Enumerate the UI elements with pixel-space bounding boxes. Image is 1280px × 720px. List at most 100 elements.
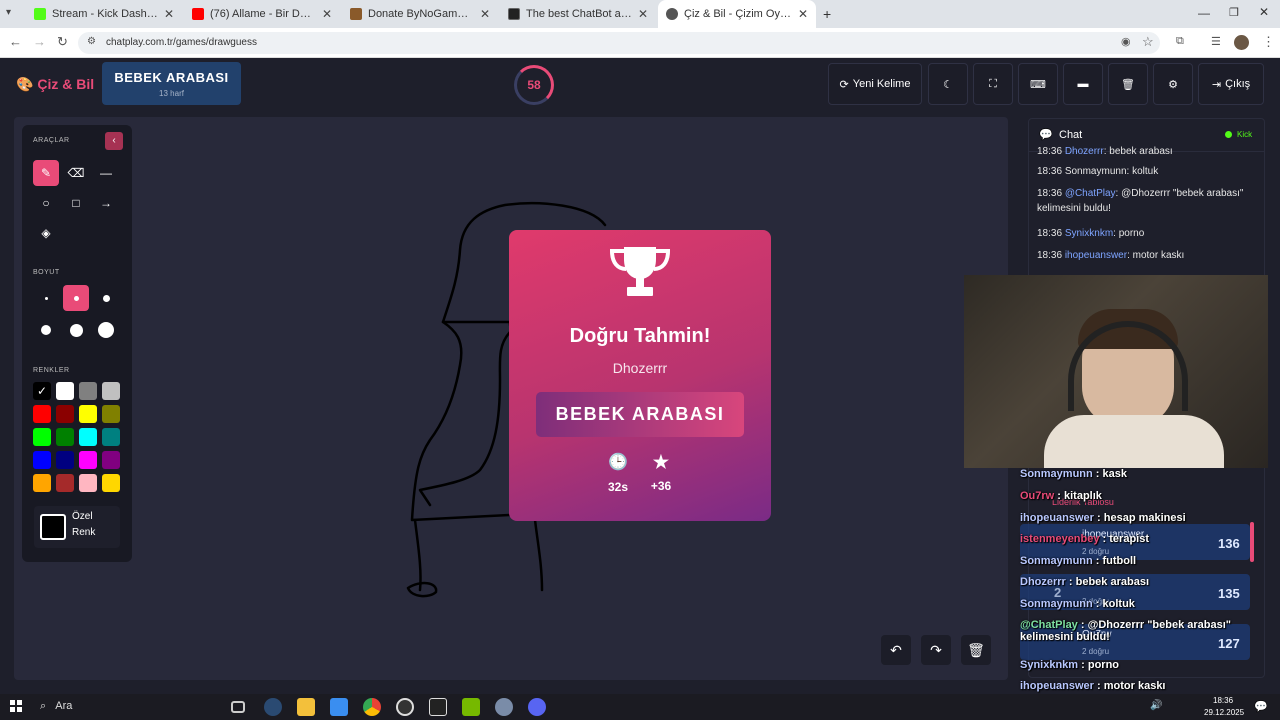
trash-icon: 🗑	[967, 641, 985, 658]
color-palette: ✓	[33, 382, 125, 492]
color-swatch[interactable]	[33, 451, 51, 469]
overlay-message: Ou7rw : kitaplık	[1020, 490, 1266, 502]
overlay-text: : kask	[1092, 468, 1127, 480]
message-user[interactable]: Sonmaymunn	[1065, 166, 1127, 177]
size-1-button[interactable]	[33, 285, 59, 311]
overlay-user: @ChatPlay	[1020, 619, 1078, 631]
message-time: 18:36	[1037, 166, 1065, 177]
overlay-text: : porno	[1078, 659, 1120, 671]
circle-icon: ○	[42, 196, 50, 210]
size-5-button[interactable]	[63, 317, 89, 343]
obs-icon[interactable]	[396, 698, 414, 716]
overlay-user: Sonmaymunn	[1020, 555, 1093, 567]
tools-label: ARAÇLAR	[33, 137, 70, 144]
points-value: +36	[650, 479, 672, 493]
app-icon[interactable]	[495, 698, 513, 716]
brush-tool[interactable]: ✎	[33, 160, 59, 186]
taskbar-search-text: Ara	[55, 700, 73, 712]
start-square	[10, 707, 15, 712]
message-user[interactable]: Dhozerrr	[1065, 146, 1104, 157]
clock-time: 18:36	[1213, 696, 1234, 705]
color-swatch[interactable]	[102, 474, 120, 492]
size-3-button[interactable]	[93, 285, 119, 311]
arrow-right-icon: →	[100, 196, 112, 210]
color-swatch[interactable]	[33, 474, 51, 492]
arrow-tool[interactable]: →	[93, 190, 119, 216]
overlay-text: : kitaplık	[1054, 490, 1102, 502]
nvidia-icon[interactable]	[462, 698, 480, 716]
overlay-user: ihopeuanswer	[1020, 680, 1094, 692]
color-swatch[interactable]	[102, 428, 120, 446]
redo-button[interactable]: ↷	[921, 635, 951, 665]
color-swatch[interactable]	[102, 405, 120, 423]
color-swatch[interactable]	[79, 428, 97, 446]
color-swatch[interactable]: ✓	[33, 382, 51, 400]
size-dot	[44, 296, 48, 300]
task-view-icon[interactable]	[231, 701, 245, 713]
square-icon: □	[72, 196, 80, 210]
redo-icon: ↷	[930, 641, 942, 658]
color-swatch[interactable]	[56, 474, 74, 492]
overlay-message: Dhozerrr : bebek arabası	[1020, 576, 1266, 588]
overlay-user: Sonmaymunn	[1020, 598, 1093, 610]
store-icon[interactable]	[330, 698, 348, 716]
steam-icon[interactable]	[264, 698, 282, 716]
epic-games-icon[interactable]	[429, 698, 447, 716]
circle-tool[interactable]: ○	[33, 190, 59, 216]
color-swatch[interactable]	[102, 382, 120, 400]
collapse-panel-button[interactable]: ‹	[105, 132, 123, 150]
eraser-tool[interactable]: ⌫	[63, 160, 89, 186]
message-time: 18:36	[1037, 228, 1065, 239]
color-swatch[interactable]	[79, 474, 97, 492]
custom-color-label-2: Renk	[72, 527, 96, 538]
overlay-text: : koltuk	[1092, 598, 1135, 610]
taskbar-search[interactable]: ⌕ Ara	[32, 697, 222, 717]
size-4-button[interactable]	[33, 317, 59, 343]
overlay-message: ihopeuanswer : hesap makinesi	[1020, 512, 1266, 524]
size-label: BOYUT	[33, 269, 60, 276]
message-user[interactable]: @ChatPlay	[1065, 188, 1116, 199]
trophy-icon	[609, 247, 671, 296]
color-swatch[interactable]	[79, 451, 97, 469]
size-2-button[interactable]	[63, 285, 89, 311]
overlay-message: @ChatPlay : @Dhozerrr "bebek arabası" ke…	[1020, 619, 1266, 643]
message-text: : porno	[1113, 228, 1145, 239]
platform-label: Kick	[1237, 130, 1253, 139]
line-tool[interactable]: —	[93, 160, 119, 186]
file-explorer-icon[interactable]	[297, 698, 315, 716]
color-swatch[interactable]	[102, 451, 120, 469]
message-time: 18:36	[1037, 188, 1065, 199]
start-square	[17, 700, 22, 705]
message-user[interactable]: ihopeuanswer	[1065, 250, 1127, 261]
chrome-icon[interactable]	[363, 698, 381, 716]
rectangle-tool[interactable]: □	[63, 190, 89, 216]
message-user[interactable]: Synixknkm	[1065, 228, 1113, 239]
clear-canvas-button[interactable]: 🗑	[961, 635, 991, 665]
size-6-button[interactable]	[93, 317, 119, 343]
webcam-feed	[964, 275, 1268, 468]
color-swatch[interactable]	[56, 428, 74, 446]
overlay-message: Sonmaymunn : kask	[1020, 468, 1266, 480]
paint-bucket-icon: ◈	[41, 226, 51, 240]
color-swatch[interactable]	[33, 428, 51, 446]
color-swatch[interactable]	[79, 405, 97, 423]
fill-tool[interactable]: ◈	[33, 220, 59, 246]
discord-icon[interactable]	[528, 698, 546, 716]
chat-message: 18:36 ihopeuanswer: motor kaskı	[1037, 248, 1257, 263]
color-swatch[interactable]	[79, 382, 97, 400]
size-dot	[41, 325, 51, 335]
message-text: : motor kaskı	[1127, 250, 1185, 261]
points-stat: ★ +36	[636, 452, 686, 493]
undo-button[interactable]: ↶	[881, 635, 911, 665]
color-swatch[interactable]	[56, 451, 74, 469]
kick-status-dot	[1225, 131, 1232, 138]
notification-icon[interactable]: 💬	[1254, 700, 1268, 713]
message-text: : koltuk	[1126, 166, 1159, 177]
color-swatch[interactable]	[56, 382, 74, 400]
color-swatch[interactable]	[56, 405, 74, 423]
color-swatch[interactable]	[33, 405, 51, 423]
modal-title: Doğru Tahmin!	[569, 325, 711, 347]
windows-start-icon[interactable]	[10, 700, 22, 712]
line-icon: —	[100, 166, 112, 180]
overlay-message: istenmeyenbey : terapist	[1020, 533, 1266, 545]
